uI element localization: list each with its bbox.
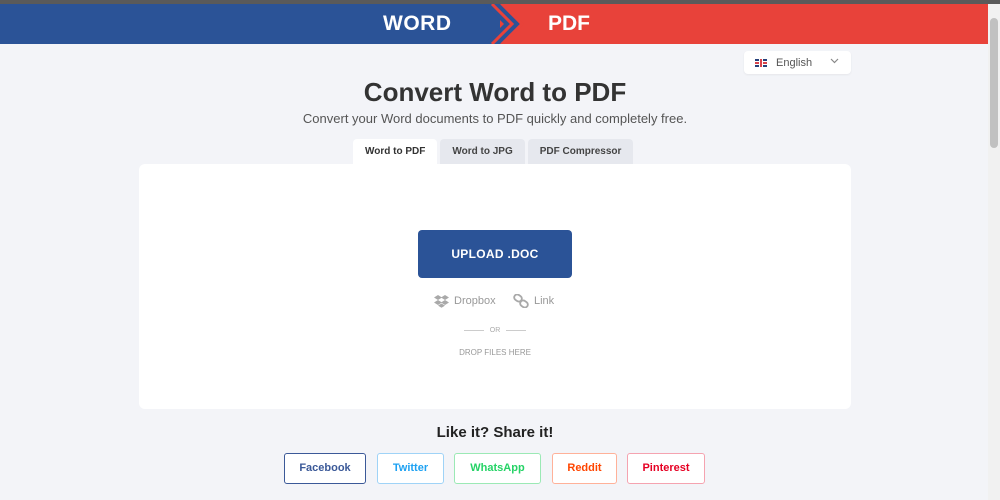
share-pinterest-button[interactable]: Pinterest <box>627 453 705 484</box>
or-divider: OR <box>0 327 990 334</box>
dropbox-option[interactable]: Dropbox <box>434 293 496 309</box>
share-reddit-button[interactable]: Reddit <box>552 453 617 484</box>
tab-word-to-jpg[interactable]: Word to JPG <box>440 139 525 164</box>
dropbox-icon <box>434 294 449 308</box>
page-subtitle: Convert your Word documents to PDF quick… <box>302 111 688 126</box>
upload-doc-button[interactable]: UPLOAD .DOC <box>418 230 572 278</box>
language-label: English <box>776 56 813 69</box>
share-twitter-button[interactable]: Twitter <box>377 453 444 484</box>
drop-files-hint: DROP FILES HERE <box>459 348 531 357</box>
dropbox-label: Dropbox <box>454 295 496 307</box>
language-selector[interactable]: English <box>744 51 851 74</box>
banner-word-label: WORD <box>383 12 452 35</box>
page-title: Convert Word to PDF <box>363 77 627 107</box>
banner: WORD PDF <box>0 4 988 44</box>
share-facebook-button[interactable]: Facebook <box>284 453 366 484</box>
link-label: Link <box>534 295 555 307</box>
banner-pdf-label: PDF <box>548 12 590 35</box>
link-option[interactable]: Link <box>513 293 554 309</box>
share-title: Like it? Share it! <box>436 424 554 441</box>
double-chevron-icon <box>484 4 525 44</box>
or-label: OR <box>489 327 501 334</box>
uk-flag-icon <box>755 58 767 67</box>
converter-tabs: Word to PDF Word to JPG PDF Compressor <box>353 139 636 164</box>
tab-word-to-pdf[interactable]: Word to PDF <box>353 139 438 164</box>
upload-drop-zone[interactable] <box>139 164 851 409</box>
tab-pdf-compressor[interactable]: PDF Compressor <box>527 139 634 164</box>
share-whatsapp-button[interactable]: WhatsApp <box>454 453 541 484</box>
link-icon <box>513 294 529 308</box>
chevron-down-icon <box>830 58 839 64</box>
divider-line <box>506 330 527 331</box>
divider-line <box>463 330 484 331</box>
scrollbar-thumb[interactable] <box>990 18 998 148</box>
